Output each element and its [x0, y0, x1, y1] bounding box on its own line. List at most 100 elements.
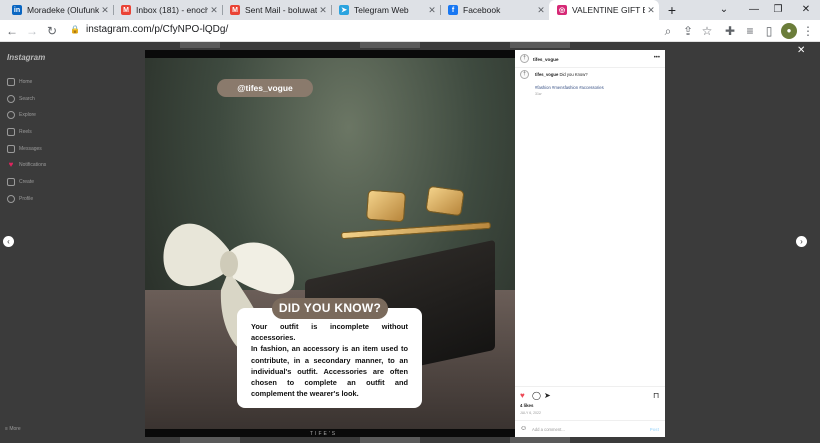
side-panel-icon[interactable]: ▯ — [761, 23, 777, 39]
post-image[interactable]: @tifes_vogue Your outfit is incomplete w… — [145, 50, 515, 437]
close-tab-icon[interactable]: ✕ — [645, 5, 657, 16]
sidebar-item-profile[interactable]: Profile — [7, 195, 33, 203]
sidebar-item-label: Profile — [19, 196, 34, 202]
avatar[interactable]: † — [520, 70, 529, 79]
tab-strip: in Moradeke (Olufunke) ✕ M Inbox (181) - eno… — [0, 0, 820, 20]
tab-title: Facebook — [463, 5, 501, 15]
next-post-icon[interactable]: › — [796, 236, 807, 247]
minimize-button[interactable]: — — [742, 0, 766, 20]
sidebar-item-reels[interactable]: Reels — [7, 128, 32, 136]
save-bookmark-icon[interactable]: ⊓ — [653, 391, 659, 400]
forward-icon[interactable]: → — [24, 23, 40, 39]
prev-post-icon[interactable]: ‹ — [3, 236, 14, 247]
sidebar-item-label: Reels — [19, 129, 32, 135]
tab-title: VALENTINE GIFT BOX — [572, 5, 645, 15]
close-window-button[interactable]: ✕ — [794, 0, 818, 20]
menu-icon[interactable]: ⋮ — [800, 23, 816, 39]
instagram-icon: ◎ — [557, 5, 567, 15]
sidebar-item-label: Home — [19, 79, 33, 85]
tab-4[interactable]: f Facebook ✕ — [440, 0, 549, 20]
post-actions: ♥ ◯ ➤ ⊓ — [515, 386, 665, 402]
sidebar-item-messages[interactable]: Messages — [7, 145, 42, 153]
sidebar-item-explore[interactable]: Explore — [7, 111, 36, 119]
explore-icon — [7, 111, 15, 119]
close-tab-icon[interactable]: ✕ — [317, 5, 329, 16]
info-paragraph-1: Your outfit is incomplete without access… — [251, 322, 408, 343]
sidebar-item-label: Explore — [19, 112, 36, 118]
reload-icon[interactable]: ↻ — [44, 23, 60, 39]
like-heart-icon[interactable]: ♥ — [520, 391, 525, 400]
profile-avatar[interactable]: ● — [781, 23, 797, 39]
post-caption: tifes_vogue Did you Know? — [535, 72, 588, 77]
info-paragraph-2: In fashion, an accessory is an item used… — [251, 344, 408, 399]
home-icon — [7, 78, 15, 86]
caption-text: Did you Know? — [559, 72, 588, 77]
address-bar[interactable]: 🔒 instagram.com/p/CfyNPO-lQDg/ — [70, 24, 228, 35]
sidebar-item-label: Messages — [19, 146, 42, 152]
likes-count[interactable]: 4 likes — [520, 403, 533, 408]
cufflink-left — [365, 189, 407, 223]
back-icon[interactable]: ← — [4, 23, 20, 39]
tab-title: Inbox (181) - enochom — [136, 5, 208, 15]
tab-0[interactable]: in Moradeke (Olufunke) ✕ — [4, 0, 113, 20]
sidebar-item-search[interactable]: Search — [7, 95, 35, 103]
share-icon[interactable]: ➤ — [544, 391, 551, 400]
handle-badge: @tifes_vogue — [217, 79, 313, 97]
sidebar-item-label: Notifications — [19, 162, 47, 168]
comment-icon[interactable]: ◯ — [532, 391, 541, 400]
tab-search-icon[interactable]: ⌄ — [712, 0, 736, 20]
feed-thumb — [510, 42, 570, 48]
tab-3[interactable]: ➤ Telegram Web ✕ — [331, 0, 440, 20]
caption-age: 31w — [535, 92, 542, 96]
tab-5[interactable]: ◎ VALENTINE GIFT BOX✕ — [549, 0, 659, 20]
zoom-icon[interactable]: ⌕ — [660, 23, 676, 39]
share-icon[interactable]: ⇪ — [680, 23, 696, 39]
close-tab-icon[interactable]: ✕ — [426, 5, 438, 16]
headline-badge: DID YOU KNOW? — [272, 298, 388, 319]
close-tab-icon[interactable]: ✕ — [535, 5, 547, 16]
tab-2[interactable]: M Sent Mail - boluwatife✕ — [222, 0, 331, 20]
gmail-icon: M — [230, 5, 240, 15]
post-username[interactable]: tifes_vogue — [533, 57, 559, 62]
messages-icon — [7, 145, 15, 153]
comment-input[interactable]: Add a comment... — [532, 427, 565, 432]
tab-title: Moradeke (Olufunke) — [27, 5, 99, 15]
watermark-text: TIFE'S — [310, 431, 338, 437]
sidebar-item-label: More — [9, 426, 21, 432]
instagram-logo[interactable]: Instagram — [7, 53, 45, 62]
sidebar-item-label: Search — [19, 96, 35, 102]
close-icon[interactable]: ✕ — [797, 45, 805, 56]
sidebar-item-more[interactable]: ≡ More — [5, 426, 21, 432]
close-tab-icon[interactable]: ✕ — [208, 5, 220, 16]
top-band — [145, 50, 515, 58]
sidebar-item-notifications[interactable]: ♥ Notifications — [7, 160, 47, 169]
post-date: JULY 6, 2022 — [520, 411, 541, 415]
post-comment-button[interactable]: Post — [650, 427, 659, 432]
extensions-icon[interactable]: ✚ — [722, 23, 738, 39]
restore-button[interactable]: ❐ — [766, 0, 790, 20]
url-text: instagram.com/p/CfyNPO-lQDg/ — [85, 24, 229, 35]
feed-thumb — [180, 437, 240, 443]
bookmark-star-icon[interactable]: ☆ — [699, 23, 715, 39]
close-tab-icon[interactable]: ✕ — [99, 5, 111, 16]
more-options-icon[interactable]: ••• — [654, 55, 660, 61]
new-tab-button[interactable]: + — [664, 2, 680, 18]
tab-1[interactable]: M Inbox (181) - enochom✕ — [113, 0, 222, 20]
tab-title: Sent Mail - boluwatife — [245, 5, 317, 15]
feed-thumb — [360, 437, 420, 443]
tie-bar — [340, 221, 492, 240]
tab-title: Telegram Web — [354, 5, 409, 15]
caption-hashtags[interactable]: #fashion #mensfashion #accessories — [535, 85, 604, 90]
reading-list-icon[interactable]: ≡ — [742, 23, 758, 39]
sidebar: Instagram Home Search Explore Reels Messages… — [0, 42, 145, 443]
reels-icon — [7, 128, 15, 136]
sidebar-item-home[interactable]: Home — [7, 78, 32, 86]
lock-icon: 🔒 — [70, 25, 80, 34]
notifications-icon: ♥ — [8, 160, 14, 169]
caption-username[interactable]: tifes_vogue — [535, 72, 558, 77]
sidebar-item-create[interactable]: Create — [7, 178, 34, 186]
facebook-icon: f — [448, 5, 458, 15]
feed-thumb — [510, 437, 570, 443]
avatar[interactable]: † — [520, 54, 529, 63]
emoji-icon[interactable]: ☺ — [520, 425, 527, 432]
